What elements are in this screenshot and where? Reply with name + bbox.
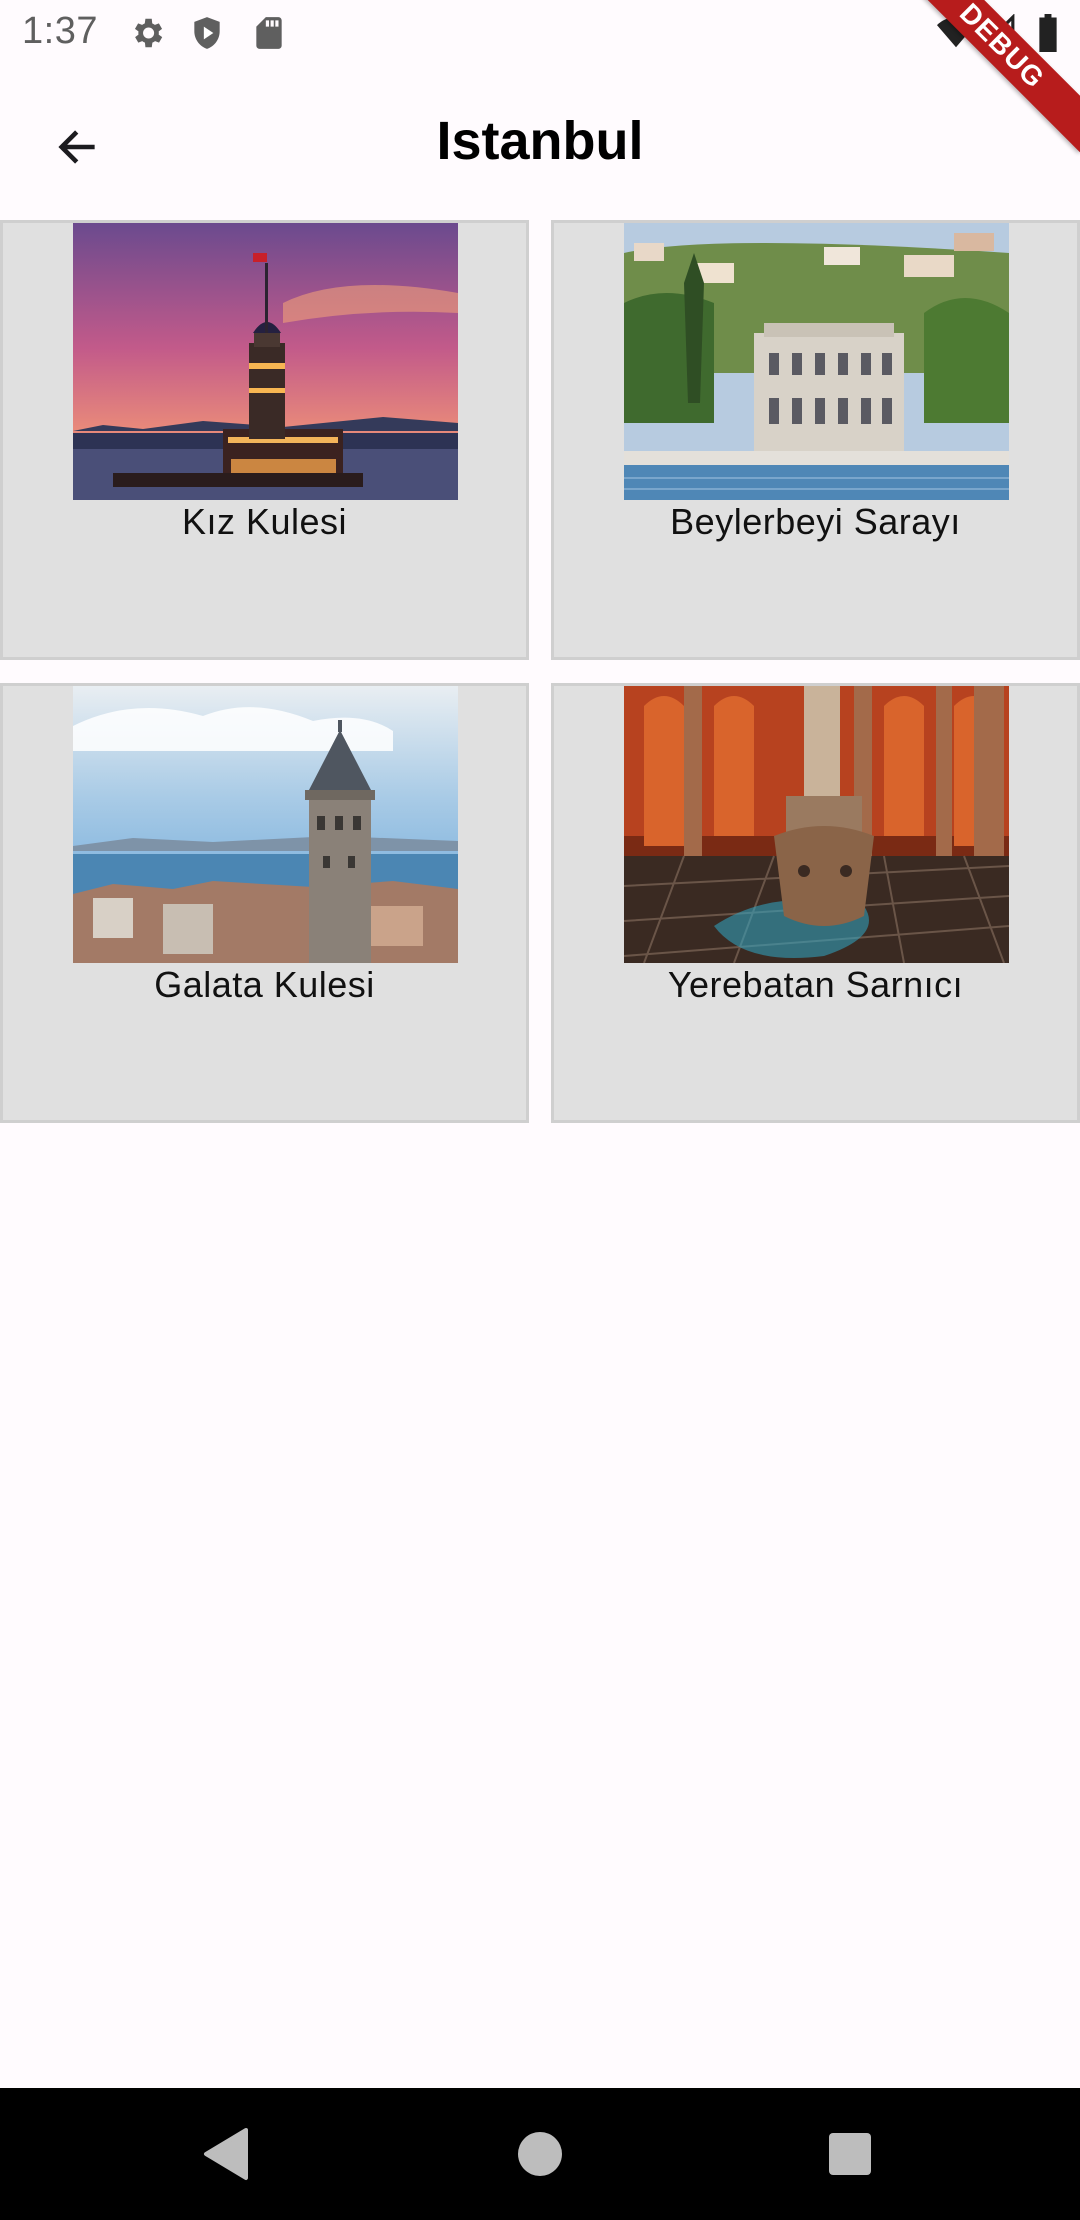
app-bar: Istanbul (0, 66, 1080, 222)
place-name: Kız Kulesi (181, 501, 348, 542)
page-title: Istanbul (436, 111, 644, 171)
back-triangle-icon (204, 2128, 248, 2180)
place-name: Yerebatan Sarnıcı (667, 964, 964, 1005)
place-card-beylerbeyi-sarayi[interactable]: Beylerbeyi Sarayı (551, 220, 1080, 660)
home-circle-icon (518, 2132, 562, 2176)
battery-icon (1036, 14, 1060, 57)
system-nav-bar (0, 2088, 1080, 2220)
place-card-galata-kulesi[interactable]: Galata Kulesi (0, 683, 529, 1123)
place-card-yerebatan-sarnici[interactable]: Yerebatan Sarnıcı (551, 683, 1080, 1123)
gear-icon (128, 14, 166, 57)
shield-play-icon (188, 14, 226, 57)
nav-home-button[interactable] (510, 2126, 570, 2182)
sd-card-icon (250, 14, 288, 57)
screen: 1:37 DEBUG Istanbul Kız Kulesi Beylerbey… (0, 0, 1080, 2220)
place-image-yerebatan-sarnici (624, 686, 1009, 963)
recents-square-icon (829, 2133, 871, 2175)
place-image-kiz-kulesi (73, 223, 458, 500)
nav-back-button[interactable] (196, 2126, 256, 2182)
status-time: 1:37 (22, 10, 98, 52)
place-name: Galata Kulesi (154, 964, 375, 1005)
place-image-galata-kulesi (73, 686, 458, 963)
place-image-beylerbeyi-sarayi (624, 223, 1009, 500)
place-name: Beylerbeyi Sarayı (670, 501, 961, 542)
nav-recents-button[interactable] (820, 2126, 880, 2182)
place-card-kiz-kulesi[interactable]: Kız Kulesi (0, 220, 529, 660)
status-bar: 1:37 (0, 0, 1080, 66)
